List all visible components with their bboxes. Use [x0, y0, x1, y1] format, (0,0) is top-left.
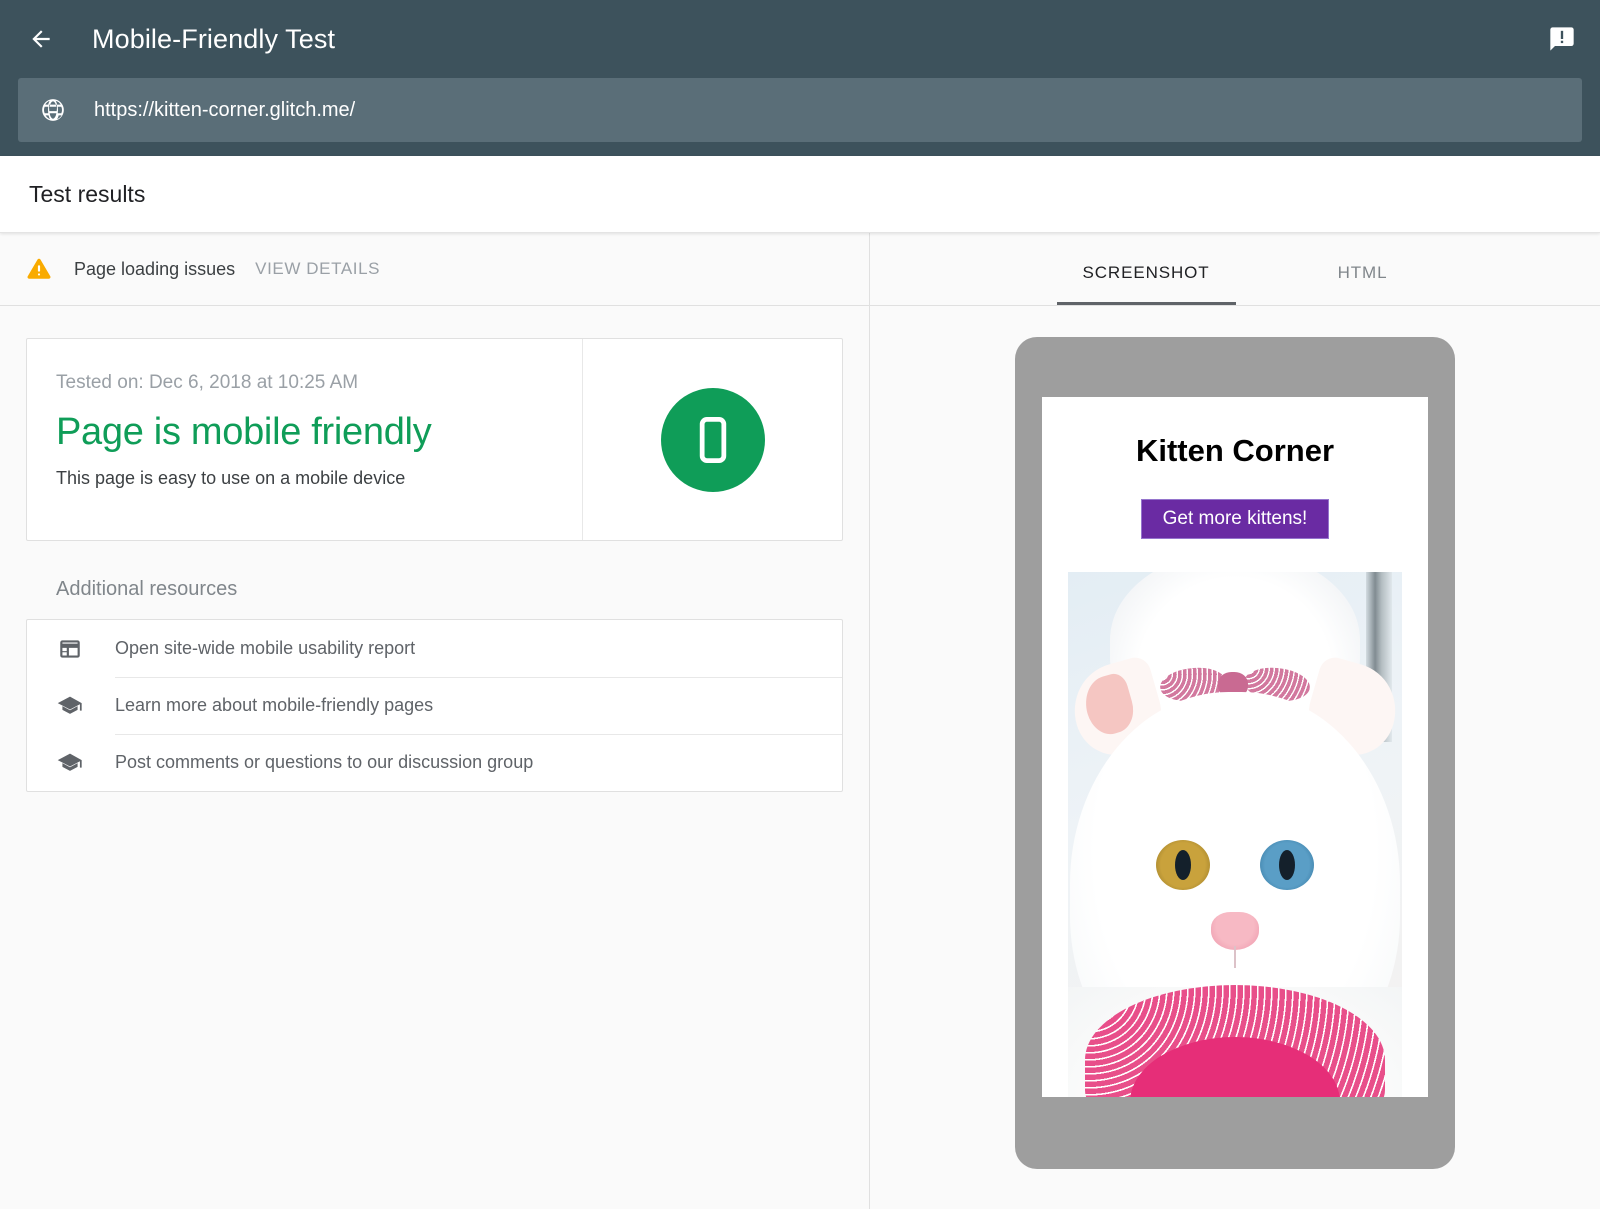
result-card: Tested on: Dec 6, 2018 at 10:25 AM Page … [26, 338, 843, 541]
pupil [1279, 850, 1295, 880]
kitten-eye-right-blue [1260, 840, 1314, 890]
preview-pane: SCREENSHOT HTML Kitten Corner Get more k… [870, 233, 1600, 1209]
pupil [1175, 850, 1191, 880]
app-header: Mobile-Friendly Test https://kitten-corn… [0, 0, 1600, 156]
view-details-link[interactable]: VIEW DETAILS [255, 259, 380, 279]
url-input[interactable]: https://kitten-corner.glitch.me/ [18, 78, 1582, 142]
school-graduation-cap-icon [55, 691, 85, 721]
page-loading-status-strip: Page loading issues VIEW DETAILS [0, 233, 869, 306]
get-more-kittens-button[interactable]: Get more kittens! [1141, 499, 1330, 539]
mobile-phone-icon [661, 388, 765, 492]
tested-on-text: Tested on: Dec 6, 2018 at 10:25 AM [56, 372, 582, 394]
results-pane: Page loading issues VIEW DETAILS Tested … [0, 233, 870, 1209]
phone-mockup-frame: Kitten Corner Get more kittens! [1015, 337, 1455, 1169]
kitten-nose [1211, 912, 1259, 950]
mobile-friendly-test-app: Mobile-Friendly Test https://kitten-corn… [0, 0, 1600, 1209]
back-arrow-icon[interactable] [28, 26, 54, 52]
list-item[interactable]: Post comments or questions to our discus… [27, 734, 842, 791]
kitten-mouth [1234, 946, 1236, 968]
list-item[interactable]: Open site-wide mobile usability report [27, 620, 842, 677]
tab-screenshot[interactable]: SCREENSHOT [1057, 263, 1236, 305]
kitten-photo [1068, 572, 1402, 1097]
list-item[interactable]: Learn more about mobile-friendly pages [27, 677, 842, 734]
preview-tabs: SCREENSHOT HTML [870, 233, 1600, 306]
additional-resources-card: Open site-wide mobile usability report L… [26, 619, 843, 792]
result-badge [583, 339, 842, 540]
list-item-label: Learn more about mobile-friendly pages [115, 695, 433, 716]
header-url-row: https://kitten-corner.glitch.me/ [0, 78, 1600, 156]
list-item-label: Post comments or questions to our discus… [115, 752, 533, 773]
phone-screen: Kitten Corner Get more kittens! [1042, 397, 1428, 1097]
page-title: Mobile-Friendly Test [92, 24, 335, 55]
additional-resources-title: Additional resources [56, 578, 843, 601]
warning-triangle-icon [26, 257, 52, 281]
body-split: Page loading issues VIEW DETAILS Tested … [0, 233, 1600, 1209]
test-results-bar: Test results [0, 156, 1600, 233]
school-graduation-cap-icon [55, 748, 85, 778]
list-item-label: Open site-wide mobile usability report [115, 638, 415, 659]
url-text: https://kitten-corner.glitch.me/ [94, 99, 355, 122]
header-top-bar: Mobile-Friendly Test [0, 0, 1600, 78]
results-content: Tested on: Dec 6, 2018 at 10:25 AM Page … [0, 306, 869, 1209]
kitten-eye-left-amber [1156, 840, 1210, 890]
verdict-subtext: This page is easy to use on a mobile dev… [56, 468, 582, 489]
test-results-title: Test results [29, 181, 145, 208]
preview-page-title: Kitten Corner [1042, 433, 1428, 469]
web-asset-report-icon [55, 634, 85, 664]
result-card-main: Tested on: Dec 6, 2018 at 10:25 AM Page … [27, 339, 583, 540]
screenshot-preview-area: Kitten Corner Get more kittens! [870, 306, 1600, 1209]
preview-button-wrap: Get more kittens! [1042, 499, 1428, 539]
feedback-speech-bubble-icon[interactable] [1548, 25, 1576, 53]
globe-icon [40, 97, 66, 123]
tab-html[interactable]: HTML [1312, 263, 1414, 305]
status-label: Page loading issues [74, 259, 235, 280]
verdict-text: Page is mobile friendly [56, 411, 582, 454]
